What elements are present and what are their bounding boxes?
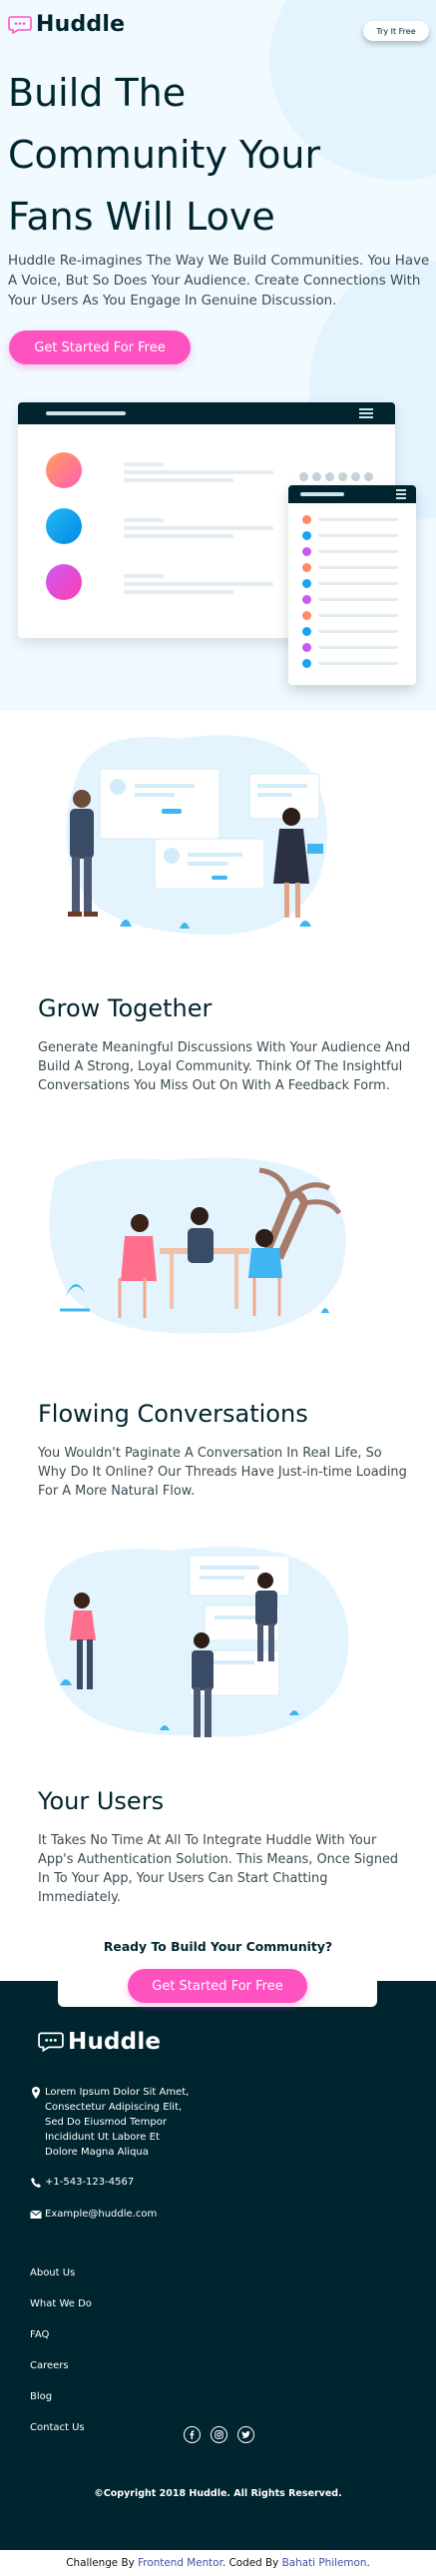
location-pin-icon bbox=[32, 2087, 40, 2099]
mockup-list-item bbox=[302, 579, 402, 589]
avatar-placeholder bbox=[46, 508, 82, 544]
text-placeholder bbox=[124, 590, 233, 594]
mockup-title-placeholder bbox=[300, 492, 344, 496]
feature-description: You Wouldn't Paginate A Conversation In … bbox=[38, 1446, 407, 1499]
mockup-navbar bbox=[18, 402, 395, 424]
grow-together-illustration bbox=[66, 735, 327, 936]
text-placeholder bbox=[124, 462, 164, 466]
mockup-navbar bbox=[288, 485, 416, 503]
hamburger-menu-icon bbox=[396, 489, 406, 499]
frontend-mentor-link[interactable]: Frontend Mentor bbox=[138, 2557, 222, 2569]
address-text: Lorem Ipsum Dolor Sit Amet, Consectetur … bbox=[45, 2087, 190, 2158]
attribution: Challenge By Frontend Mentor. Coded By B… bbox=[0, 2557, 436, 2569]
feature-title: Grow Together bbox=[38, 994, 213, 1022]
chat-bubble-logo-icon bbox=[38, 2032, 64, 2052]
email-address: Example@huddle.com bbox=[45, 2209, 158, 2220]
get-started-button[interactable]: Get Started For Free bbox=[128, 1969, 307, 2003]
feature-description: Generate Meaningful Discussions With You… bbox=[38, 1040, 411, 1093]
footer-link-blog[interactable]: Blog bbox=[30, 2390, 92, 2421]
mockup-list-item bbox=[302, 547, 402, 557]
social-links bbox=[184, 2426, 254, 2443]
attribution-prefix: Challenge By bbox=[66, 2557, 135, 2569]
mockup-list-item bbox=[302, 563, 402, 573]
hero-title-line: Community Your bbox=[8, 133, 321, 177]
author-link[interactable]: Bahati Philemon bbox=[282, 2557, 367, 2569]
mockup-list-item bbox=[302, 595, 402, 605]
attribution-middle: . Coded By bbox=[221, 2557, 279, 2569]
your-users-illustration bbox=[44, 1546, 349, 1737]
hero-section: Huddle Try It Free Build The Community Y… bbox=[0, 0, 436, 711]
footer-link-contact-us[interactable]: Contact Us bbox=[30, 2421, 92, 2452]
mockup-list-item bbox=[302, 611, 402, 621]
mockup-row bbox=[46, 508, 305, 548]
feature-description: It Takes No Time At All To Integrate Hud… bbox=[38, 1833, 399, 1905]
logo-wordmark: Huddle bbox=[68, 2029, 162, 2055]
footer-logo[interactable]: Huddle bbox=[38, 2029, 161, 2055]
mockup-list-item bbox=[302, 659, 402, 669]
hero-title: Build The Community Your Fans Will Love bbox=[8, 62, 427, 248]
footer-link-about-us[interactable]: About Us bbox=[30, 2266, 92, 2297]
facebook-icon[interactable] bbox=[184, 2426, 201, 2443]
text-placeholder bbox=[124, 534, 233, 538]
instagram-icon[interactable] bbox=[211, 2426, 227, 2443]
attribution-suffix: . bbox=[366, 2557, 370, 2569]
footer-phone[interactable]: +1-543-123-4567 bbox=[30, 2177, 134, 2188]
hero-title-line: Fans Will Love bbox=[8, 195, 275, 239]
mockup-status-dots bbox=[299, 472, 373, 481]
header-logo[interactable]: Huddle bbox=[8, 12, 125, 37]
footer-link-faq[interactable]: FAQ bbox=[30, 2328, 92, 2359]
hero-description: Huddle Re-imagines The Way We Build Comm… bbox=[8, 254, 430, 309]
footer: Huddle Lorem Ipsum Dolor Sit Amet, Conse… bbox=[0, 1981, 436, 2550]
mobile-app-mockup bbox=[288, 485, 416, 685]
footer-address: Lorem Ipsum Dolor Sit Amet, Consectetur … bbox=[30, 2085, 190, 2160]
footer-link-careers[interactable]: Careers bbox=[30, 2359, 92, 2390]
logo-wordmark: Huddle bbox=[36, 12, 126, 37]
text-placeholder bbox=[124, 470, 273, 474]
page: Huddle Try It Free Build The Community Y… bbox=[0, 0, 436, 2576]
flowing-conversations-illustration bbox=[49, 1157, 346, 1334]
cta-title: Ready To Build Your Community? bbox=[103, 1939, 333, 1954]
feature-title: Your Users bbox=[38, 1787, 165, 1815]
mockup-row bbox=[46, 452, 305, 492]
feature-title: Flowing Conversations bbox=[38, 1400, 308, 1428]
hamburger-menu-icon bbox=[359, 408, 373, 418]
text-placeholder bbox=[124, 518, 164, 522]
mockup-list-item bbox=[302, 531, 402, 541]
copyright-text: ©Copyright 2018 Huddle. All Rights Reser… bbox=[94, 2488, 342, 2499]
hero-title-line: Build The bbox=[8, 71, 187, 115]
footer-email[interactable]: Example@huddle.com bbox=[30, 2209, 157, 2220]
try-it-free-button[interactable]: Try It Free bbox=[363, 21, 429, 41]
twitter-icon[interactable] bbox=[237, 2426, 254, 2443]
text-placeholder bbox=[124, 526, 273, 530]
phone-icon bbox=[31, 2177, 41, 2188]
text-placeholder bbox=[124, 582, 273, 586]
mockup-list-item bbox=[302, 515, 402, 525]
footer-nav: About Us What We Do FAQ Careers Blog Con… bbox=[30, 2266, 92, 2452]
mail-icon bbox=[30, 2210, 42, 2219]
get-started-button[interactable]: Get Started For Free bbox=[9, 330, 191, 364]
text-placeholder bbox=[124, 478, 233, 482]
footer-link-what-we-do[interactable]: What We Do bbox=[30, 2297, 92, 2328]
mockup-row bbox=[46, 564, 305, 604]
avatar-placeholder bbox=[46, 564, 82, 600]
text-placeholder bbox=[124, 574, 164, 578]
avatar-placeholder bbox=[46, 452, 82, 488]
phone-number: +1-543-123-4567 bbox=[45, 2177, 135, 2188]
mockup-list-item bbox=[302, 643, 402, 653]
mockup-list-item bbox=[302, 627, 402, 637]
chat-bubble-logo-icon bbox=[8, 15, 32, 34]
mockup-title-placeholder bbox=[46, 411, 126, 415]
